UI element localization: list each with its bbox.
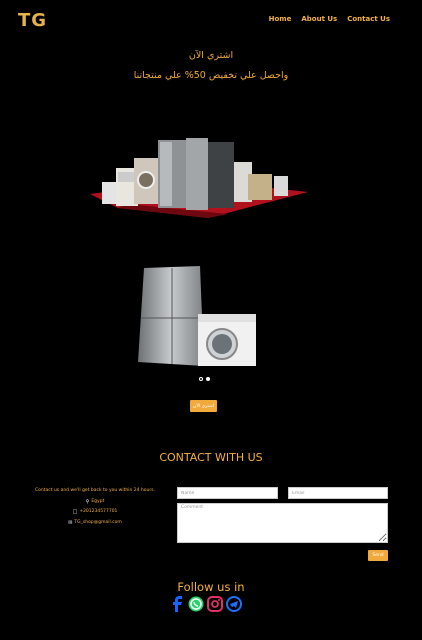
contact-intro: Contact us and we'll get back to you wit… (35, 488, 155, 493)
email-input[interactable] (288, 487, 388, 499)
social-links (169, 596, 242, 612)
contact-info: Contact us and we'll get back to you wit… (30, 486, 160, 528)
nav-contact-us[interactable]: Contact Us (347, 15, 390, 23)
hero-headline: اشتري الآن (188, 50, 234, 61)
whatsapp-icon[interactable] (188, 596, 204, 612)
buy-now-button[interactable]: اشتري الآن (190, 400, 217, 412)
slider-dots (199, 377, 210, 381)
envelope-icon: ✉ (68, 519, 73, 526)
contact-location: Egypt (91, 498, 105, 504)
slider-dot-1[interactable] (199, 377, 203, 381)
instagram-icon[interactable] (207, 596, 223, 612)
name-input[interactable] (177, 487, 278, 499)
phone-icon: □ (72, 509, 78, 515)
hero-subheadline: واحصل علي تخفيض 50% علي منتجاتنا (133, 70, 289, 81)
follow-us-heading: Follow us in (177, 580, 245, 594)
send-button[interactable]: Send (368, 550, 388, 561)
facebook-icon[interactable] (169, 596, 185, 612)
slider-dot-2[interactable] (206, 377, 210, 381)
appliances-banner-image (90, 138, 308, 218)
main-nav: Home About Us Contact Us (269, 15, 390, 23)
comment-textarea[interactable] (177, 503, 388, 543)
nav-about-us[interactable]: About Us (301, 15, 337, 23)
fridge-washer-image (138, 266, 256, 366)
site-logo[interactable]: TG (18, 10, 47, 31)
telegram-icon[interactable] (226, 596, 242, 612)
nav-home[interactable]: Home (269, 15, 292, 23)
contact-email: TG_shop@gmail.com (74, 519, 122, 525)
contact-section-title: CONTACT WITH US (159, 451, 263, 464)
contact-phone: +201234577701 (79, 509, 118, 514)
location-pin-icon: ⚲ (85, 498, 90, 505)
